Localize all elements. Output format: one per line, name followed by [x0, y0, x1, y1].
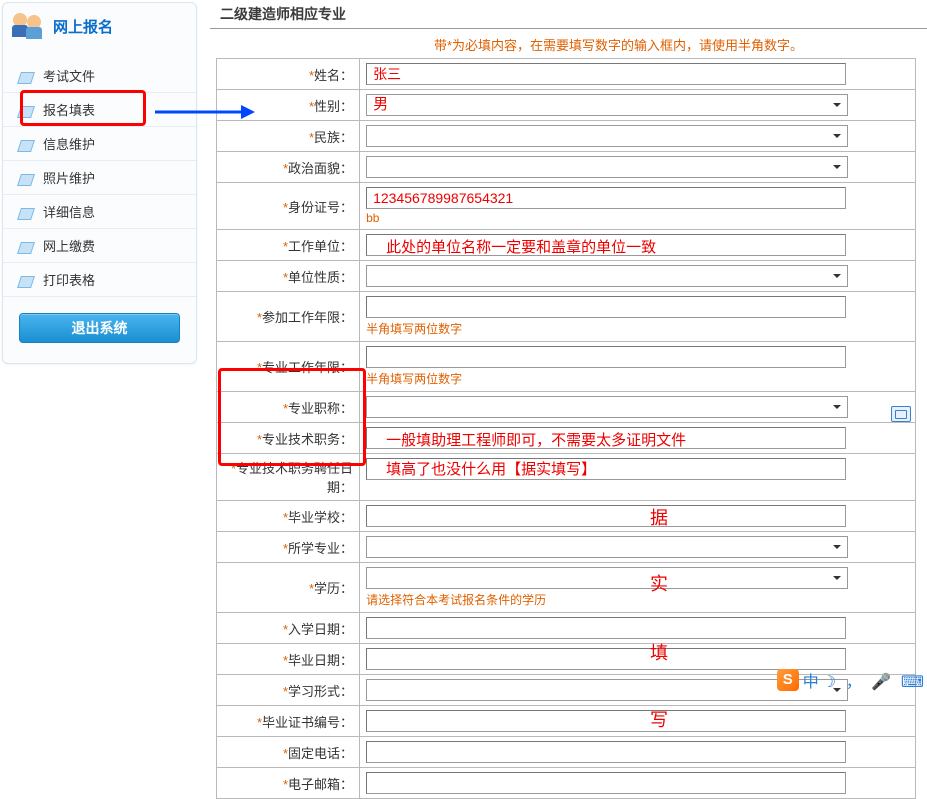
sidebar-item-print-form[interactable]: 打印表格 — [3, 263, 196, 297]
sidebar-menu: 考试文件 报名填表 信息维护 照片维护 详细信息 网上缴费 打印表格 — [3, 49, 196, 297]
label-diploma-no: 毕业证书编号： — [262, 715, 353, 730]
sidebar-item-exam-files[interactable]: 考试文件 — [3, 59, 196, 93]
label-grad-date: 毕业日期： — [288, 653, 353, 668]
ime-lang-label[interactable]: 中 — [803, 668, 819, 692]
label-enroll-date: 入学日期： — [288, 622, 353, 637]
label-grad-school: 毕业学校： — [288, 510, 353, 525]
phone-input[interactable] — [366, 741, 846, 763]
label-ethnic: 民族： — [314, 130, 353, 145]
tech-post-annotation-1: 一般填助理工程师即可，不需要太多证明文件 — [386, 429, 686, 450]
grad-school-input[interactable] — [366, 505, 846, 527]
label-tech-date: 专业技术职务聘任日期： — [236, 461, 353, 495]
idcard-hint: bb — [366, 211, 909, 225]
label-work-years: 参加工作年限： — [262, 310, 353, 325]
label-gender: 性别： — [314, 99, 353, 114]
label-degree: 学历： — [314, 581, 353, 596]
degree-hint: 请选择符合本考试报名条件的学历 — [366, 591, 909, 608]
label-major: 所学专业： — [288, 541, 353, 556]
tag-icon — [19, 138, 35, 150]
label-study-mode: 学习形式： — [288, 684, 353, 699]
ime-mic-icon[interactable]: 🎤 — [871, 674, 891, 691]
sidebar-header: 网上报名 — [3, 3, 196, 49]
people-icon — [13, 11, 45, 41]
sidebar-title: 网上报名 — [53, 16, 113, 37]
sidebar-item-detail-info[interactable]: 详细信息 — [3, 195, 196, 229]
degree-select[interactable] — [366, 567, 848, 589]
pro-years-hint: 半角填写两位数字 — [366, 370, 909, 387]
email-input[interactable] — [366, 772, 846, 794]
tag-icon — [19, 104, 35, 116]
pro-title-select[interactable] — [366, 396, 848, 418]
sidebar: 网上报名 考试文件 报名填表 信息维护 照片维护 详细信息 网上缴费 打印表格 … — [2, 2, 197, 364]
diploma-no-input[interactable] — [366, 710, 846, 732]
idcard-input[interactable] — [366, 187, 846, 209]
label-company: 工作单位： — [288, 239, 353, 254]
gender-select[interactable]: 男 — [366, 94, 848, 116]
ime-keyboard-icon[interactable]: ⌨ — [901, 674, 924, 691]
work-years-hint: 半角填写两位数字 — [366, 320, 909, 337]
tag-icon — [19, 206, 35, 218]
label-idcard: 身份证号： — [288, 200, 353, 215]
ime-logo-icon[interactable]: S — [777, 669, 799, 691]
label-pro-title: 专业职称： — [288, 401, 353, 416]
page-title: 二级建造师相应专业 — [210, 0, 927, 29]
grad-date-input[interactable] — [366, 648, 846, 670]
tag-icon — [19, 172, 35, 184]
company-annotation: 此处的单位名称一定要和盖章的单位一致 — [386, 236, 656, 257]
politics-select[interactable] — [366, 156, 848, 178]
tag-icon — [19, 70, 35, 82]
ethnic-select[interactable] — [366, 125, 848, 147]
mini-panel-icon[interactable] — [891, 406, 911, 422]
label-pro-years: 专业工作年限： — [262, 360, 353, 375]
exit-system-button[interactable]: 退出系统 — [19, 313, 180, 343]
ime-moon-icon[interactable]: ☽ — [822, 674, 836, 691]
form-hint: 带*为必填内容，在需要填写数字的输入框内，请使用半角数字。 — [210, 35, 927, 54]
label-name: 姓名： — [314, 68, 353, 83]
major-select[interactable] — [366, 536, 848, 558]
label-politics: 政治面貌： — [288, 161, 353, 176]
name-input[interactable] — [366, 63, 846, 85]
label-company-type: 单位性质： — [288, 270, 353, 285]
label-phone: 固定电话： — [288, 746, 353, 761]
company-type-select[interactable] — [366, 265, 848, 287]
tag-icon — [19, 274, 35, 286]
sidebar-item-registration-form[interactable]: 报名填表 — [3, 93, 196, 127]
work-years-input[interactable] — [366, 296, 846, 318]
tag-icon — [19, 240, 35, 252]
enroll-date-input[interactable] — [366, 617, 846, 639]
sidebar-item-photo-maintain[interactable]: 照片维护 — [3, 161, 196, 195]
tech-post-annotation-2: 填高了也没什么用【据实填写】 — [386, 458, 596, 479]
pro-years-input[interactable] — [366, 346, 846, 368]
ime-toolbar[interactable]: S 中 ☽ ， 🎤 ⌨ — [777, 668, 927, 692]
sidebar-item-info-maintain[interactable]: 信息维护 — [3, 127, 196, 161]
label-tech-post: 专业技术职务： — [262, 432, 353, 447]
sidebar-item-online-pay[interactable]: 网上缴费 — [3, 229, 196, 263]
label-email: 电子邮箱： — [288, 777, 353, 792]
ime-punct-icon[interactable]: ， — [846, 674, 862, 691]
